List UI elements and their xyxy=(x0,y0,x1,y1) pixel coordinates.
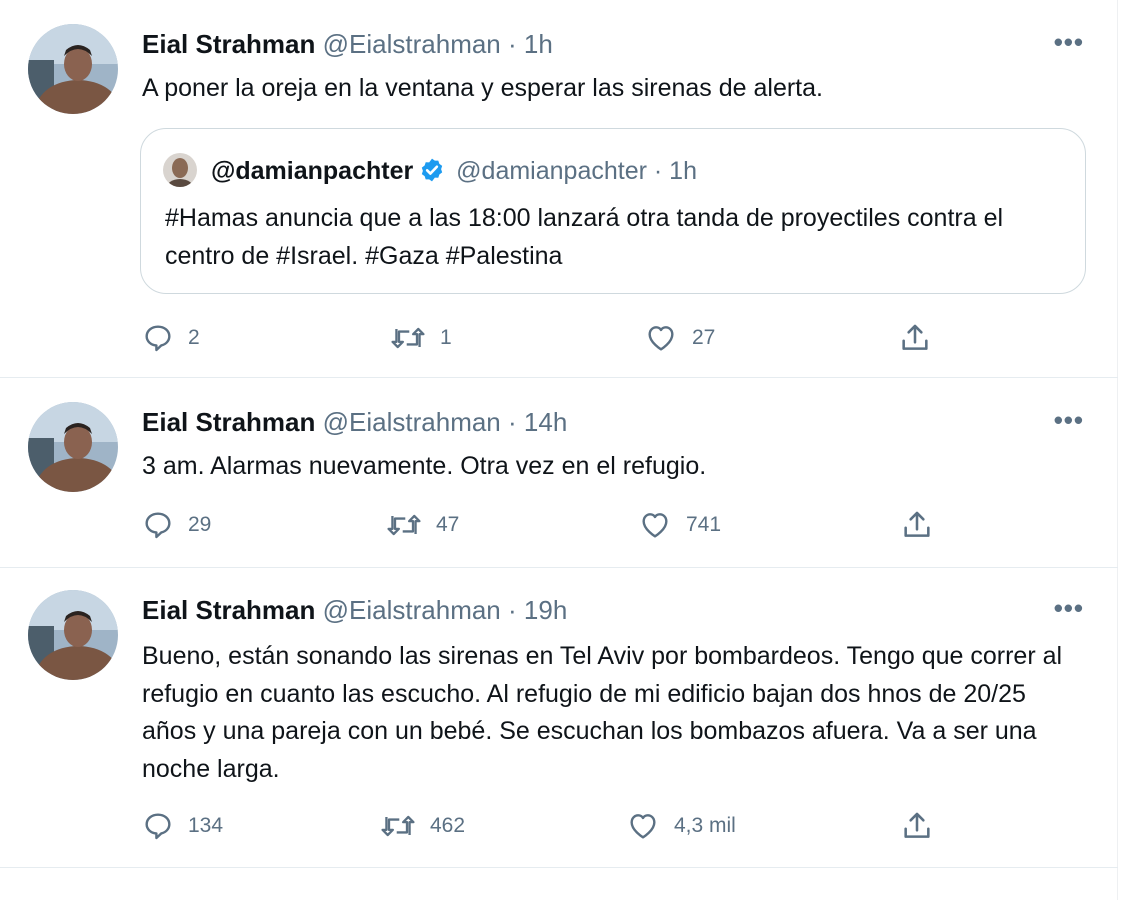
heart-icon xyxy=(630,814,656,839)
reply-count: 134 xyxy=(188,814,224,837)
share-button[interactable] xyxy=(898,318,932,358)
timestamp[interactable]: 1h xyxy=(524,29,553,59)
quoted-timestamp[interactable]: 1h xyxy=(669,157,697,185)
share-icon xyxy=(904,812,930,838)
retweet-icon xyxy=(381,815,415,837)
like-button[interactable]: 741 xyxy=(638,505,721,545)
reply-icon xyxy=(145,512,171,539)
share-button[interactable] xyxy=(900,505,934,545)
reply-icon xyxy=(145,813,171,840)
more-options-icon[interactable]: ••• xyxy=(1054,595,1084,621)
timestamp[interactable]: 14h xyxy=(524,407,567,437)
retweet-icon xyxy=(387,514,421,536)
tweet[interactable]: Eial Strahman @Eialstrahman · 14h ••• 3 … xyxy=(0,378,1118,568)
quoted-avatar[interactable] xyxy=(163,153,197,187)
author-name[interactable]: Eial Strahman xyxy=(142,595,315,625)
tweet-text: 3 am. Alarmas nuevamente. Otra vez en el… xyxy=(142,452,707,480)
timestamp[interactable]: 19h xyxy=(524,595,567,625)
avatar-image xyxy=(28,590,118,680)
author-name[interactable]: Eial Strahman xyxy=(142,29,315,59)
avatar[interactable] xyxy=(28,24,118,114)
tweet[interactable]: Eial Strahman @Eialstrahman · 19h ••• Bu… xyxy=(0,568,1118,868)
retweet-button[interactable]: 462 xyxy=(380,806,465,846)
tweet-text: Bueno, están sonando las sirenas en Tel … xyxy=(142,642,1063,783)
quoted-handle[interactable]: @damianpachter xyxy=(456,157,647,185)
tweet-actions: 134 462 4,3 mil xyxy=(0,806,1118,846)
like-count: 741 xyxy=(686,513,722,536)
retweet-button[interactable]: 1 xyxy=(390,318,452,358)
reply-button[interactable]: 29 xyxy=(142,505,211,545)
reply-button[interactable]: 134 xyxy=(142,806,223,846)
share-icon xyxy=(902,324,928,350)
avatar[interactable] xyxy=(28,590,118,680)
verified-badge-icon xyxy=(419,157,445,191)
separator-dot: · xyxy=(653,157,663,185)
avatar-image xyxy=(28,402,118,492)
heart-icon xyxy=(642,513,668,538)
quoted-header: @damianpachter @damianpachter · 1h xyxy=(211,155,697,191)
reply-count: 29 xyxy=(188,513,212,536)
retweet-button[interactable]: 47 xyxy=(386,505,459,545)
more-options-icon[interactable]: ••• xyxy=(1054,407,1084,433)
tweet-actions: 29 47 741 xyxy=(0,505,1118,545)
reply-count: 2 xyxy=(188,326,200,349)
tweet-header: Eial Strahman @Eialstrahman · 19h xyxy=(142,594,567,626)
tweet-header: Eial Strahman @Eialstrahman · 1h xyxy=(142,28,553,60)
tweet-text: A poner la oreja en la ventana y esperar… xyxy=(142,74,823,102)
reply-icon xyxy=(145,325,171,352)
retweet-count: 47 xyxy=(436,513,460,536)
like-count: 27 xyxy=(692,326,716,349)
separator-dot: · xyxy=(508,29,517,59)
separator-dot: · xyxy=(508,407,517,437)
tweet-actions: 2 1 27 xyxy=(0,318,1118,358)
like-count: 4,3 mil xyxy=(674,814,736,837)
author-name[interactable]: Eial Strahman xyxy=(142,407,315,437)
reply-button[interactable]: 2 xyxy=(142,318,200,358)
heart-icon xyxy=(648,326,674,351)
share-icon xyxy=(904,511,930,537)
quoted-tweet[interactable]: @damianpachter @damianpachter · 1h #Hama… xyxy=(140,128,1086,294)
more-options-icon[interactable]: ••• xyxy=(1054,29,1084,55)
tweet[interactable]: Eial Strahman @Eialstrahman · 1h ••• A p… xyxy=(0,0,1118,378)
avatar-image xyxy=(28,24,118,114)
separator-dot: · xyxy=(508,595,517,625)
author-handle[interactable]: @Eialstrahman xyxy=(323,595,501,625)
timeline-feed: Eial Strahman @Eialstrahman · 1h ••• A p… xyxy=(0,0,1118,900)
like-button[interactable]: 4,3 mil xyxy=(626,806,736,846)
retweet-icon xyxy=(391,327,425,349)
quoted-avatar-image xyxy=(163,153,197,187)
author-handle[interactable]: @Eialstrahman xyxy=(323,407,501,437)
retweet-count: 1 xyxy=(440,326,452,349)
quoted-author-name[interactable]: @damianpachter xyxy=(211,157,413,185)
author-handle[interactable]: @Eialstrahman xyxy=(323,29,501,59)
retweet-count: 462 xyxy=(430,814,466,837)
like-button[interactable]: 27 xyxy=(644,318,715,358)
tweet-header: Eial Strahman @Eialstrahman · 14h xyxy=(142,406,567,438)
avatar[interactable] xyxy=(28,402,118,492)
quoted-tweet-text: #Hamas anuncia que a las 18:00 lanzará o… xyxy=(165,204,1004,270)
share-button[interactable] xyxy=(900,806,934,846)
